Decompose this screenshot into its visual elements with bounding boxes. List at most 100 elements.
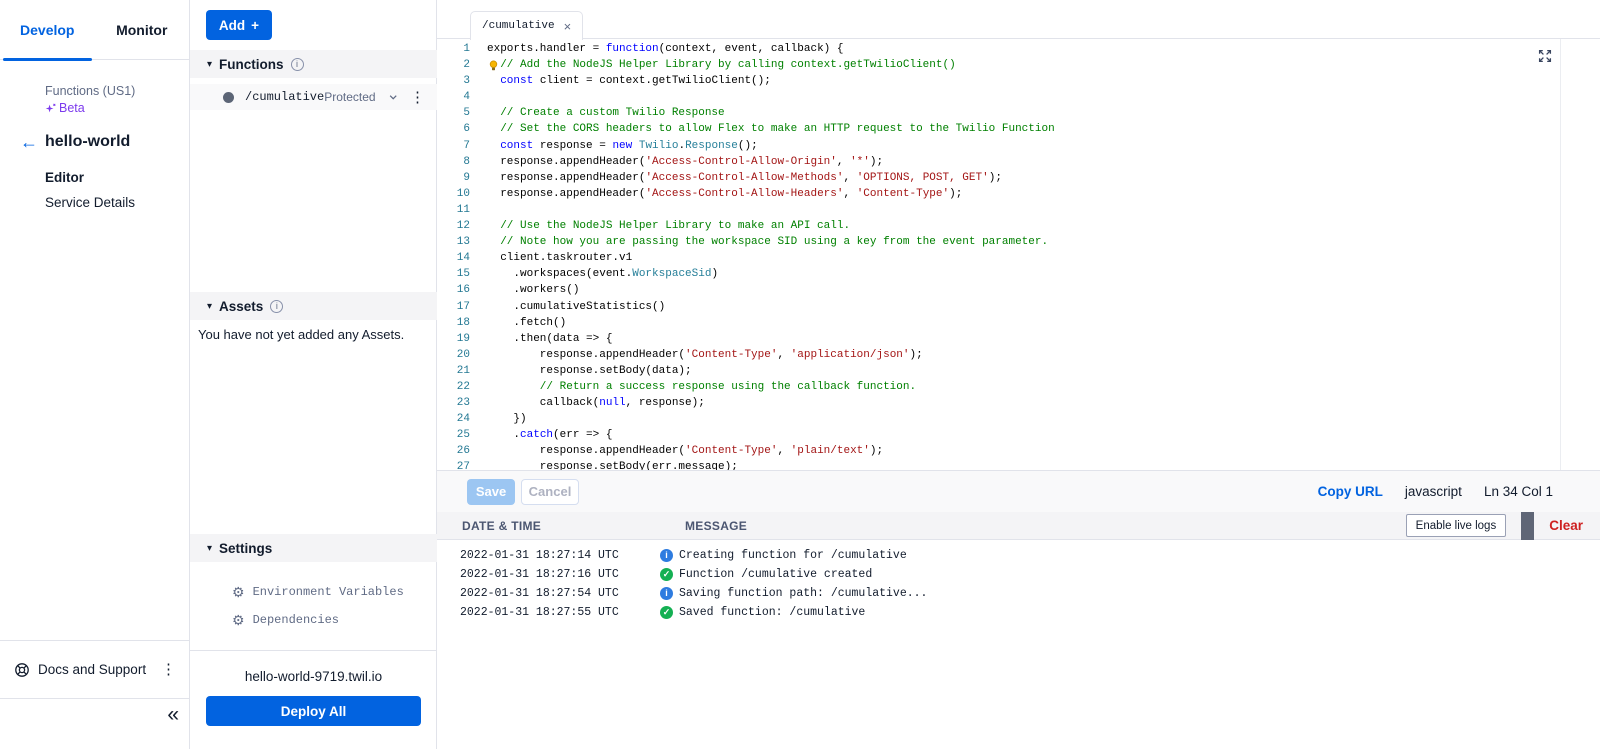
code-text: // Note how you are passing the workspac… bbox=[487, 234, 1048, 250]
cursor-position: Ln 34 Col 1 bbox=[1484, 484, 1553, 499]
line-number: 26 bbox=[437, 443, 470, 459]
line-number: 25 bbox=[437, 427, 470, 443]
explorer-panel: Add+ ▾ Functions i /cumulative Protected… bbox=[190, 0, 437, 749]
code-line: 4 bbox=[437, 89, 1600, 105]
code-line: 24 }) bbox=[437, 411, 1600, 427]
editor-tab-cumulative[interactable]: /cumulative × bbox=[470, 11, 583, 40]
success-check-icon: ✓ bbox=[660, 606, 673, 619]
docs-kebab-icon[interactable]: ⋮ bbox=[161, 662, 176, 677]
logs-scrollbar-thumb[interactable] bbox=[1521, 512, 1534, 540]
code-line: 11 bbox=[437, 202, 1600, 218]
code-line: 2 // Add the NodeJS Helper Library by ca… bbox=[437, 57, 1600, 73]
caret-down-icon: ▾ bbox=[207, 301, 212, 312]
code-line: 27 response.setBody(err.message); bbox=[437, 459, 1600, 470]
log-row: 2022-01-31 18:27:54 UTCiSaving function … bbox=[460, 584, 1600, 603]
editor-statusbar: Copy URL javascript Ln 34 Col 1 bbox=[1318, 484, 1553, 499]
code-line: 10 response.appendHeader('Access-Control… bbox=[437, 186, 1600, 202]
line-number: 24 bbox=[437, 411, 470, 427]
line-number: 10 bbox=[437, 186, 470, 202]
line-number: 20 bbox=[437, 347, 470, 363]
code-line: 22 // Return a success response using th… bbox=[437, 379, 1600, 395]
chevron-down-icon[interactable] bbox=[388, 91, 398, 103]
clear-logs-button[interactable]: Clear bbox=[1549, 518, 1583, 533]
function-item-cumulative[interactable]: /cumulative Protected ⋮ bbox=[190, 84, 437, 110]
line-number: 21 bbox=[437, 363, 470, 379]
assets-section-header[interactable]: ▾ Assets i bbox=[190, 292, 437, 320]
tab-monitor[interactable]: Monitor bbox=[95, 0, 190, 59]
line-number: 11 bbox=[437, 202, 470, 218]
sidebar-item-editor[interactable]: Editor bbox=[45, 170, 84, 185]
line-number: 17 bbox=[437, 299, 470, 315]
sparkle-icon bbox=[45, 103, 56, 114]
logs-column-message: MESSAGE bbox=[685, 519, 747, 533]
code-text: .catch(err => { bbox=[487, 427, 612, 443]
code-line: 5 // Create a custom Twilio Response bbox=[437, 105, 1600, 121]
sidebar: Develop Monitor Functions (US1) Beta ← h… bbox=[0, 0, 190, 749]
code-text: // Return a success response using the c… bbox=[487, 379, 916, 395]
code-editor[interactable]: 1exports.handler = function(context, eve… bbox=[437, 39, 1600, 470]
logs-controls: Enable live logs Clear bbox=[1406, 512, 1583, 540]
assets-info-icon[interactable]: i bbox=[270, 300, 283, 313]
log-timestamp: 2022-01-31 18:27:55 UTC bbox=[460, 606, 660, 619]
logs-header: DATE & TIME MESSAGE Enable live logs Cle… bbox=[437, 512, 1600, 540]
line-number: 22 bbox=[437, 379, 470, 395]
log-row: 2022-01-31 18:27:14 UTCiCreating functio… bbox=[460, 546, 1600, 565]
code-text: // Set the CORS headers to allow Flex to… bbox=[487, 121, 1055, 137]
code-text: .cumulativeStatistics() bbox=[487, 299, 665, 315]
editor-actionbar: Save Cancel Copy URL javascript Ln 34 Co… bbox=[437, 470, 1600, 512]
tab-monitor-label: Monitor bbox=[116, 22, 167, 38]
info-icon: i bbox=[660, 587, 673, 600]
functions-info-icon[interactable]: i bbox=[291, 58, 304, 71]
line-number: 14 bbox=[437, 250, 470, 266]
sidebar-item-service-details[interactable]: Service Details bbox=[45, 195, 135, 210]
explorer-divider bbox=[190, 650, 437, 651]
enable-live-logs-button[interactable]: Enable live logs bbox=[1406, 514, 1507, 537]
settings-item-dependencies[interactable]: ⚙ Dependencies bbox=[232, 613, 339, 627]
settings-item-environment-variables[interactable]: ⚙ Environment Variables bbox=[232, 585, 404, 599]
line-number: 8 bbox=[437, 154, 470, 170]
code-line: 14 client.taskrouter.v1 bbox=[437, 250, 1600, 266]
code-text: .workspaces(event.WorkspaceSid) bbox=[487, 266, 718, 282]
line-number: 13 bbox=[437, 234, 470, 250]
code-text: response.appendHeader('Content-Type', 'a… bbox=[487, 347, 923, 363]
back-arrow-icon[interactable]: ← bbox=[20, 133, 38, 151]
deploy-all-button[interactable]: Deploy All bbox=[206, 696, 421, 726]
code-text: response.appendHeader('Access-Control-Al… bbox=[487, 154, 883, 170]
add-button[interactable]: Add+ bbox=[206, 10, 272, 40]
code-text: .then(data => { bbox=[487, 331, 612, 347]
code-line: 17 .cumulativeStatistics() bbox=[437, 299, 1600, 315]
code-line: 8 response.appendHeader('Access-Control-… bbox=[437, 154, 1600, 170]
code-line: 21 response.setBody(data); bbox=[437, 363, 1600, 379]
functions-section-title: Functions bbox=[219, 57, 284, 72]
collapse-sidebar-icon[interactable]: « bbox=[167, 703, 179, 727]
code-line: 18 .fetch() bbox=[437, 315, 1600, 331]
code-line: 7 const response = new Twilio.Response()… bbox=[437, 138, 1600, 154]
line-number: 4 bbox=[437, 89, 470, 105]
close-tab-icon[interactable]: × bbox=[564, 20, 572, 33]
cancel-button[interactable]: Cancel bbox=[521, 479, 579, 505]
function-kebab-icon[interactable]: ⋮ bbox=[410, 90, 425, 105]
settings-section-header[interactable]: ▾ Settings bbox=[190, 534, 437, 562]
code-line: 20 response.appendHeader('Content-Type',… bbox=[437, 347, 1600, 363]
log-row: 2022-01-31 18:27:16 UTC✓Function /cumula… bbox=[460, 565, 1600, 584]
code-line: 12 // Use the NodeJS Helper Library to m… bbox=[437, 218, 1600, 234]
editor-tab-label: /cumulative bbox=[482, 20, 555, 32]
code-text: response.appendHeader('Access-Control-Al… bbox=[487, 186, 962, 202]
line-number: 9 bbox=[437, 170, 470, 186]
save-button[interactable]: Save bbox=[467, 479, 515, 505]
logs-list: 2022-01-31 18:27:14 UTCiCreating functio… bbox=[437, 540, 1600, 749]
docs-and-support[interactable]: Docs and Support ⋮ bbox=[0, 641, 190, 698]
tab-develop[interactable]: Develop bbox=[0, 0, 95, 59]
line-number: 7 bbox=[437, 138, 470, 154]
line-number: 18 bbox=[437, 315, 470, 331]
log-timestamp: 2022-01-31 18:27:16 UTC bbox=[460, 568, 660, 581]
copy-url-link[interactable]: Copy URL bbox=[1318, 484, 1383, 499]
code-line: 26 response.appendHeader('Content-Type',… bbox=[437, 443, 1600, 459]
line-number: 5 bbox=[437, 105, 470, 121]
add-button-label: Add bbox=[219, 18, 245, 33]
caret-down-icon: ▾ bbox=[207, 543, 212, 554]
functions-section-header[interactable]: ▾ Functions i bbox=[190, 50, 437, 78]
log-message: Creating function for /cumulative bbox=[679, 549, 907, 562]
line-number: 12 bbox=[437, 218, 470, 234]
service-name: hello-world bbox=[45, 133, 130, 151]
